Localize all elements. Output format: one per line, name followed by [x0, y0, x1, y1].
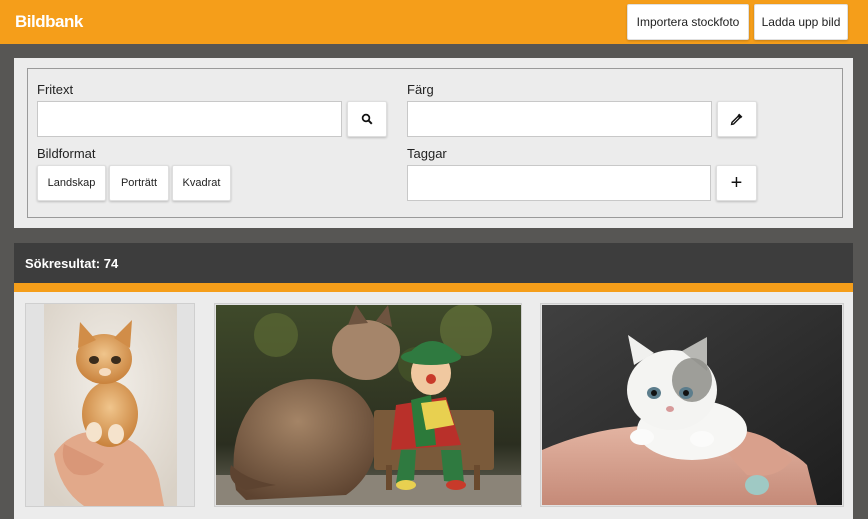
results-grid	[14, 292, 853, 519]
filter-panel: Fritext Färg Bildformat Landskap Porträt…	[14, 58, 853, 228]
plus-icon: +	[730, 171, 743, 194]
cat-clown-photo[interactable]	[216, 305, 521, 505]
results-accent-strip	[14, 283, 853, 292]
kitten-orange-photo[interactable]	[44, 304, 177, 506]
image-card[interactable]	[540, 303, 844, 507]
color-input[interactable]	[407, 101, 712, 137]
search-icon	[361, 113, 373, 125]
upload-image-button[interactable]: Ladda upp bild	[754, 4, 848, 40]
format-square-button[interactable]: Kvadrat	[172, 165, 231, 201]
search-button[interactable]	[347, 101, 387, 137]
color-label: Färg	[407, 82, 434, 97]
freetext-input[interactable]	[37, 101, 342, 137]
image-card[interactable]	[214, 303, 522, 507]
color-picker-button[interactable]	[717, 101, 757, 137]
import-stockphoto-button[interactable]: Importera stockfoto	[627, 4, 749, 40]
add-tag-button[interactable]: +	[716, 165, 757, 201]
app-title: Bildbank	[15, 12, 83, 31]
photo-kitten-orange-image	[44, 304, 177, 506]
format-label: Bildformat	[37, 146, 96, 161]
results-header: Sökresultat: 74	[14, 243, 853, 283]
tags-label: Taggar	[407, 146, 447, 161]
eyedropper-icon	[730, 113, 743, 126]
filter-box: Fritext Färg Bildformat Landskap Porträt…	[27, 68, 843, 218]
image-card[interactable]	[25, 303, 195, 507]
format-portrait-button[interactable]: Porträtt	[109, 165, 169, 201]
results-count: Sökresultat: 74	[25, 256, 119, 271]
kitten-white-photo[interactable]	[542, 305, 842, 505]
top-bar: Bildbank Importera stockfoto Ladda upp b…	[0, 0, 868, 44]
format-landscape-button[interactable]: Landskap	[37, 165, 106, 201]
tags-input[interactable]	[407, 165, 711, 201]
photo-kitten-white-image	[542, 305, 842, 505]
freetext-label: Fritext	[37, 82, 74, 97]
photo-cat-clown-image	[216, 305, 521, 505]
